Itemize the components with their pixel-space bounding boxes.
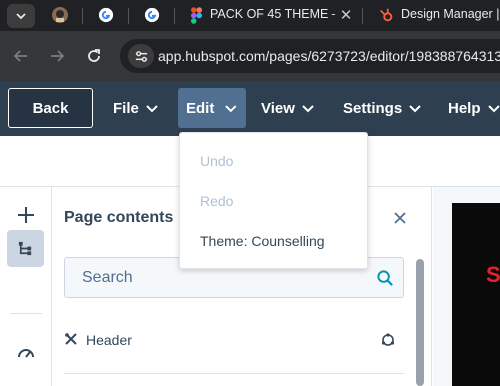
chevron-down-icon	[16, 13, 26, 20]
preview-hero	[452, 203, 500, 386]
menu-file[interactable]: File	[105, 88, 167, 128]
menu-settings[interactable]: Settings	[335, 88, 430, 128]
figma-icon	[187, 6, 205, 24]
url-text[interactable]: app.hubspot.com/pages/6273723/editor/198…	[158, 48, 500, 64]
back-button[interactable]: Back	[8, 88, 93, 128]
panel-title: Page contents	[64, 209, 174, 226]
menu-label: Settings	[343, 99, 403, 117]
gauge-icon[interactable]	[7, 334, 44, 371]
avatar-tab-icon[interactable]	[51, 6, 69, 24]
reload-icon[interactable]	[83, 45, 105, 67]
menu-label: Help	[448, 99, 481, 117]
tree-icon[interactable]	[7, 230, 44, 267]
row-divider	[64, 373, 404, 374]
google-icon[interactable]	[143, 6, 161, 24]
chevron-down-icon	[302, 105, 314, 113]
chevron-down-icon	[487, 105, 500, 113]
add-icon[interactable]	[7, 196, 44, 233]
menu-help[interactable]: Help	[440, 88, 500, 128]
close-icon[interactable]	[391, 209, 409, 227]
google-icon[interactable]	[97, 6, 115, 24]
tab-separator	[82, 8, 83, 24]
preview-text: S	[486, 262, 500, 287]
browser-tab-strip: PACK OF 45 THEME – F ✕ Design Manager |	[0, 0, 500, 31]
hubspot-icon	[377, 6, 395, 24]
tab-separator	[174, 8, 175, 24]
menu-view[interactable]: View	[253, 88, 323, 128]
tab-separator	[128, 8, 129, 24]
tools-icon	[65, 333, 77, 345]
menu-item-theme[interactable]: Theme: Counselling	[200, 233, 325, 249]
search-icon[interactable]	[376, 269, 395, 288]
menu-label: File	[113, 99, 139, 117]
chevron-down-icon	[225, 105, 237, 113]
list-item[interactable]: Header	[64, 328, 404, 352]
edit-dropdown-menu: Undo Redo Theme: Counselling	[179, 132, 368, 269]
global-module-icon	[381, 333, 395, 346]
search-input[interactable]	[82, 269, 362, 287]
rail-divider	[10, 313, 42, 314]
forward-arrow-icon[interactable]	[46, 45, 68, 67]
left-rail	[0, 187, 52, 386]
menu-item-undo[interactable]: Undo	[200, 153, 233, 169]
menu-edit[interactable]: Edit	[178, 88, 246, 128]
tab-separator	[362, 8, 363, 24]
list-item-label: Header	[86, 332, 132, 348]
tab-search-button[interactable]	[7, 4, 35, 28]
tab-title[interactable]: PACK OF 45 THEME – F	[210, 7, 335, 21]
chevron-down-icon	[146, 105, 158, 113]
site-info-icon[interactable]	[128, 44, 154, 68]
back-arrow-icon[interactable]	[10, 45, 32, 67]
scrollbar[interactable]	[416, 259, 424, 386]
tab-title[interactable]: Design Manager |	[401, 7, 500, 21]
editor-header: Back File Edit View Settings Help	[0, 81, 500, 136]
chevron-down-icon	[409, 105, 421, 113]
menu-label: View	[261, 99, 295, 117]
close-icon[interactable]: ✕	[337, 6, 355, 24]
menu-item-redo[interactable]: Redo	[200, 193, 233, 209]
menu-label: Edit	[186, 99, 215, 117]
